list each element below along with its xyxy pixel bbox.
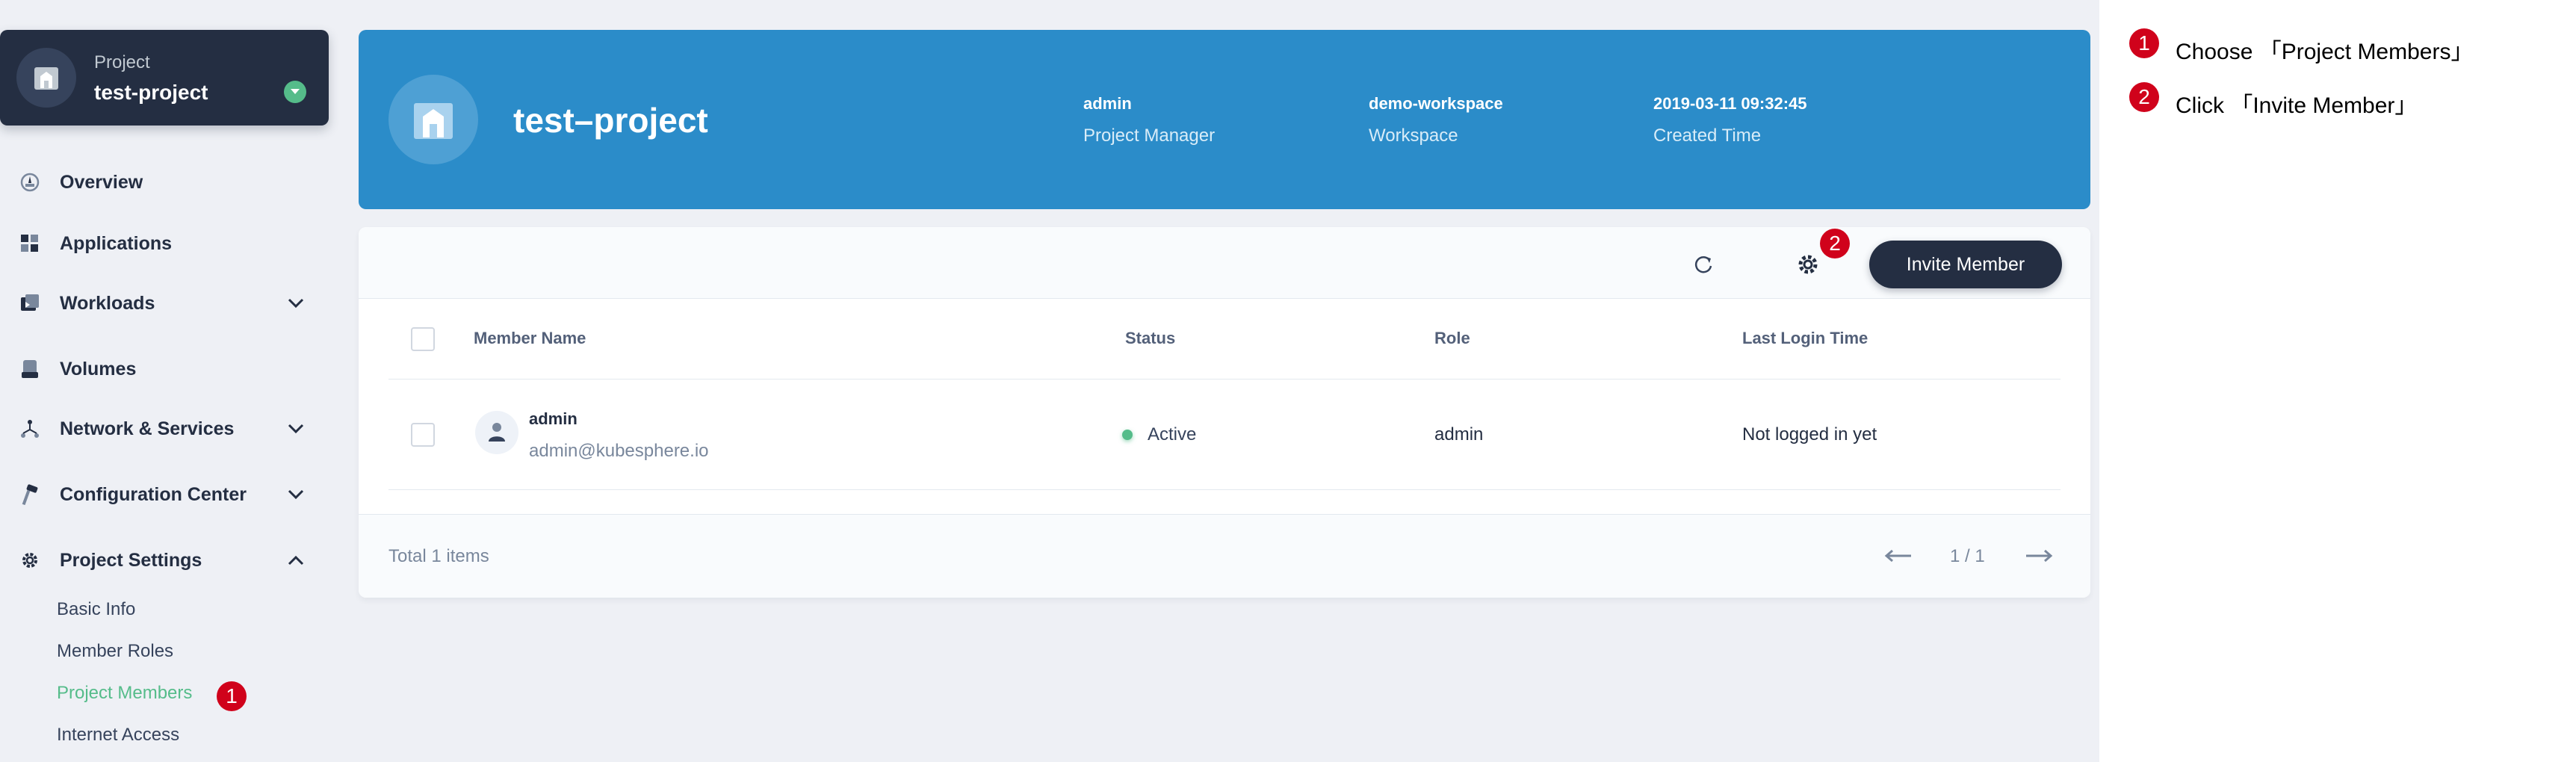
column-header-role[interactable]: Role xyxy=(1434,329,1470,348)
select-all-checkbox[interactable] xyxy=(411,327,435,351)
chevron-up-icon xyxy=(288,555,304,566)
chevron-down-icon xyxy=(288,298,304,309)
meta-project-manager: admin Project Manager xyxy=(1083,94,1215,146)
chevron-down-icon[interactable] xyxy=(284,81,306,103)
gear-icon xyxy=(22,553,37,568)
column-header-member-name[interactable]: Member Name xyxy=(474,329,586,348)
meta-created-time: 2019-03-11 09:32:45 Created Time xyxy=(1653,94,1807,146)
sidebar-item-applications[interactable]: Applications xyxy=(0,221,329,266)
column-header-last-login[interactable]: Last Login Time xyxy=(1742,329,1868,348)
project-avatar xyxy=(16,48,76,108)
sidebar-item-configuration-center[interactable]: Configuration Center xyxy=(0,472,329,517)
step-marker-1: 1 xyxy=(2129,28,2159,58)
meta-value: admin xyxy=(1083,94,1132,113)
project-name: test-project xyxy=(94,81,208,104)
arrow-left-icon[interactable] xyxy=(1884,548,1913,564)
meta-label: Workspace xyxy=(1369,126,1458,146)
app-window: Project test-project Overview Applicatio… xyxy=(0,0,2099,762)
sidebar-subitem-member-roles[interactable]: Member Roles xyxy=(57,641,173,662)
total-count: Total 1 items xyxy=(388,546,489,566)
member-last-login: Not logged in yet xyxy=(1742,424,1877,444)
sidebar-item-project-settings[interactable]: Project Settings xyxy=(0,538,329,583)
sidebar-subitem-project-members[interactable]: Project Members xyxy=(57,683,192,704)
member-role: admin xyxy=(1434,424,1484,444)
user-icon xyxy=(489,423,505,442)
project-banner: test–project admin Project Manager demo-… xyxy=(359,30,2090,209)
sidebar-item-overview[interactable]: Overview xyxy=(0,160,329,205)
instruction-step-2: 2 Click 「Invite Member」 xyxy=(2129,82,2548,118)
meta-label: Created Time xyxy=(1653,126,1762,146)
sidebar-subitem-basic-info[interactable]: Basic Info xyxy=(57,599,135,620)
instruction-text: Choose 「Project Members」 xyxy=(2176,40,2474,64)
meta-label: Project Manager xyxy=(1083,126,1216,146)
project-icon xyxy=(34,67,58,90)
arrow-right-icon[interactable] xyxy=(2025,548,2053,564)
avatar xyxy=(475,411,518,454)
sidebar-item-label: Configuration Center xyxy=(60,484,247,505)
project-label: Project xyxy=(94,52,150,72)
member-email: admin@kubesphere.io xyxy=(529,441,709,461)
banner-avatar xyxy=(388,75,478,164)
meta-value: 2019-03-11 09:32:45 xyxy=(1653,94,1807,113)
network-icon xyxy=(21,420,39,438)
dashboard-icon xyxy=(20,173,40,192)
chevron-down-icon xyxy=(288,424,304,434)
instruction-text: Click 「Invite Member」 xyxy=(2176,93,2418,118)
step-marker-2: 2 xyxy=(2129,82,2159,112)
refresh-icon[interactable] xyxy=(1688,250,1718,279)
sidebar-item-network-services[interactable]: Network & Services xyxy=(0,406,329,451)
page-indicator: 1 / 1 xyxy=(1950,546,1985,566)
status-badge: Active xyxy=(1148,424,1197,444)
chevron-down-icon xyxy=(288,489,304,500)
table-footer: Total 1 items 1 / 1 xyxy=(359,514,2090,598)
table-row[interactable]: admin admin@kubesphere.io Active admin N… xyxy=(388,380,2061,490)
step-marker-2: 2 xyxy=(1820,229,1850,258)
meta-value: demo-workspace xyxy=(1369,94,1503,113)
step-marker-1: 1 xyxy=(217,681,247,711)
project-switcher[interactable]: Project test-project xyxy=(0,30,329,126)
sidebar-item-label: Network & Services xyxy=(60,418,235,439)
sidebar-item-label: Applications xyxy=(60,233,173,254)
sidebar-item-label: Workloads xyxy=(60,293,155,314)
instruction-step-1: 1 Choose 「Project Members」 xyxy=(2129,28,2548,64)
sidebar-item-label: Project Settings xyxy=(60,550,202,571)
hammer-icon xyxy=(22,484,38,505)
sidebar-item-workloads[interactable]: Workloads xyxy=(0,281,329,326)
gear-icon[interactable] xyxy=(1793,250,1823,279)
sidebar-subitem-internet-access[interactable]: Internet Access xyxy=(57,725,179,746)
table-header: Member Name Status Role Last Login Time xyxy=(388,299,2061,380)
sidebar-item-label: Overview xyxy=(60,172,143,193)
volume-icon xyxy=(22,360,38,378)
row-checkbox[interactable] xyxy=(411,423,435,447)
column-header-status[interactable]: Status xyxy=(1125,329,1175,348)
page-title: test–project xyxy=(513,101,708,140)
meta-workspace: demo-workspace Workspace xyxy=(1369,94,1503,146)
workloads-icon xyxy=(21,294,39,311)
sidebar-item-volumes[interactable]: Volumes xyxy=(0,347,329,391)
project-icon xyxy=(414,103,453,139)
invite-member-button[interactable]: Invite Member xyxy=(1869,241,2062,288)
status-indicator xyxy=(1122,430,1133,440)
sidebar-item-label: Volumes xyxy=(60,359,137,380)
apps-grid-icon xyxy=(21,235,38,252)
member-name[interactable]: admin xyxy=(529,409,578,429)
members-panel: Invite Member 2 Member Name Status Role … xyxy=(359,227,2090,598)
